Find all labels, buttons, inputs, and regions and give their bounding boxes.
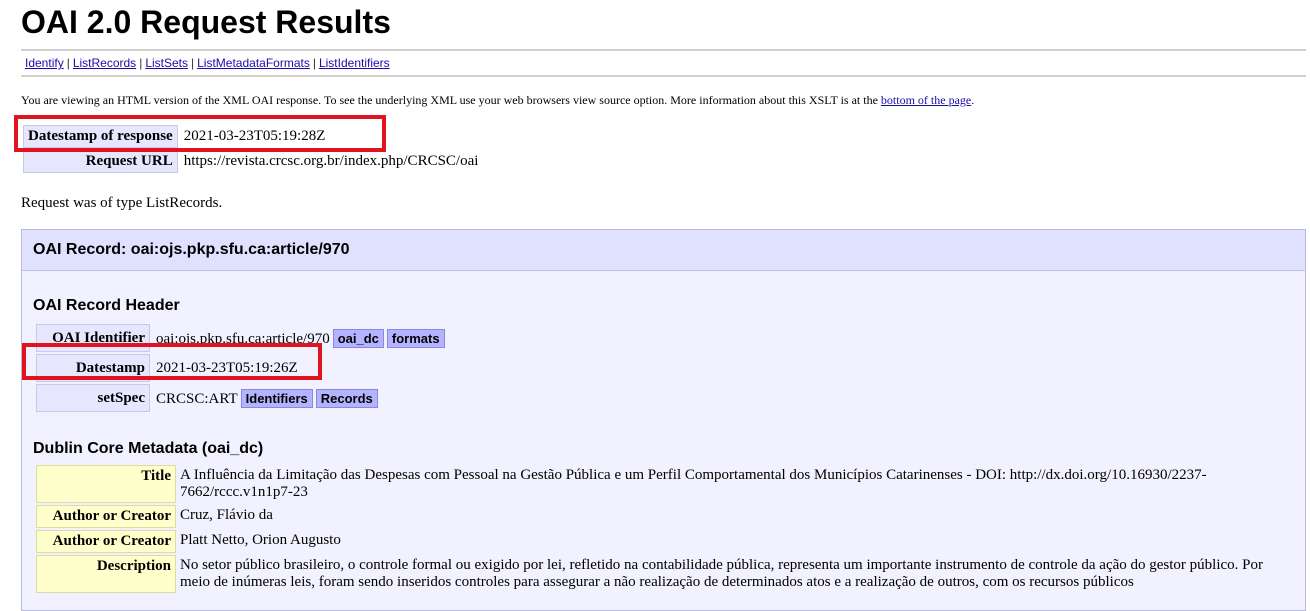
divider: [21, 49, 1306, 51]
formats-tag-button[interactable]: formats: [386, 328, 445, 348]
record-title-bar: OAI Record: oai:ojs.pkp.sfu.ca:article/9…: [22, 230, 1305, 271]
dc-author-value: Platt Netto, Orion Augusto: [180, 532, 341, 548]
datestamp-of-response-label: Datestamp of response: [23, 125, 178, 148]
response-info-table: Datestamp of response 2021-03-23T05:19:2…: [21, 123, 484, 175]
record-header-heading: OAI Record Header: [33, 297, 180, 314]
nav-link-listsets[interactable]: ListSets: [145, 56, 188, 70]
setspec-cell: CRCSC:ART Identifiers Records: [152, 384, 449, 412]
page-title: OAI 2.0 Request Results: [21, 4, 391, 40]
oai-identifier-label: OAI Identifier: [36, 324, 150, 352]
request-url-label: Request URL: [23, 150, 178, 173]
dc-author-value: Cruz, Flávio da: [180, 507, 273, 523]
oai-dc-tag-button[interactable]: oai_dc: [332, 328, 384, 348]
intro-text: You are viewing an HTML version of the X…: [21, 93, 975, 107]
setspec-value: CRCSC:ART: [156, 390, 238, 407]
dc-description-label: Description: [36, 555, 176, 593]
datestamp-label: Datestamp: [36, 354, 150, 382]
nav-link-listidentifiers[interactable]: ListIdentifiers: [319, 56, 390, 70]
nav-bar: Identify | ListRecords | ListSets | ListMetada…: [25, 56, 390, 70]
datestamp-of-response-value: 2021-03-23T05:19:28Z: [183, 128, 326, 144]
dc-author-label: Author or Creator: [36, 530, 176, 553]
oai-record: OAI Record: oai:ojs.pkp.sfu.ca:article/9…: [21, 229, 1306, 611]
datestamp-value: 2021-03-23T05:19:26Z: [156, 359, 298, 376]
dc-title-label: Title: [36, 465, 176, 503]
divider: [21, 75, 1306, 77]
record-title: OAI Record: oai:ojs.pkp.sfu.ca:article/9…: [33, 241, 350, 258]
dc-description-value: No setor público brasileiro, o controle …: [180, 557, 1264, 590]
nav-link-listrecords[interactable]: ListRecords: [73, 56, 136, 70]
nav-link-identify[interactable]: Identify: [25, 56, 64, 70]
request-type-text: Request was of type ListRecords.: [21, 195, 223, 211]
identifiers-tag-button[interactable]: Identifiers: [240, 388, 313, 408]
request-url-value: https://revista.crcsc.org.br/index.php/C…: [183, 153, 479, 169]
oai-identifier-value: oai:ojs.pkp.sfu.ca:article/970: [156, 330, 330, 347]
record-header-table: OAI Identifier oai:ojs.pkp.sfu.ca:articl…: [34, 322, 451, 414]
bottom-of-page-link[interactable]: bottom of the page: [881, 93, 971, 107]
dublin-core-table: Title A Influência da Limitação das Desp…: [34, 463, 1284, 595]
records-tag-button[interactable]: Records: [315, 388, 378, 408]
setspec-label: setSpec: [36, 384, 150, 412]
oai-identifier-cell: oai:ojs.pkp.sfu.ca:article/970 oai_dc form…: [152, 324, 449, 352]
dc-author-label: Author or Creator: [36, 505, 176, 528]
dublin-core-heading: Dublin Core Metadata (oai_dc): [33, 440, 264, 457]
nav-link-listmetadataformats[interactable]: ListMetadataFormats: [197, 56, 310, 70]
dc-title-value: A Influência da Limitação das Despesas c…: [180, 467, 1207, 500]
